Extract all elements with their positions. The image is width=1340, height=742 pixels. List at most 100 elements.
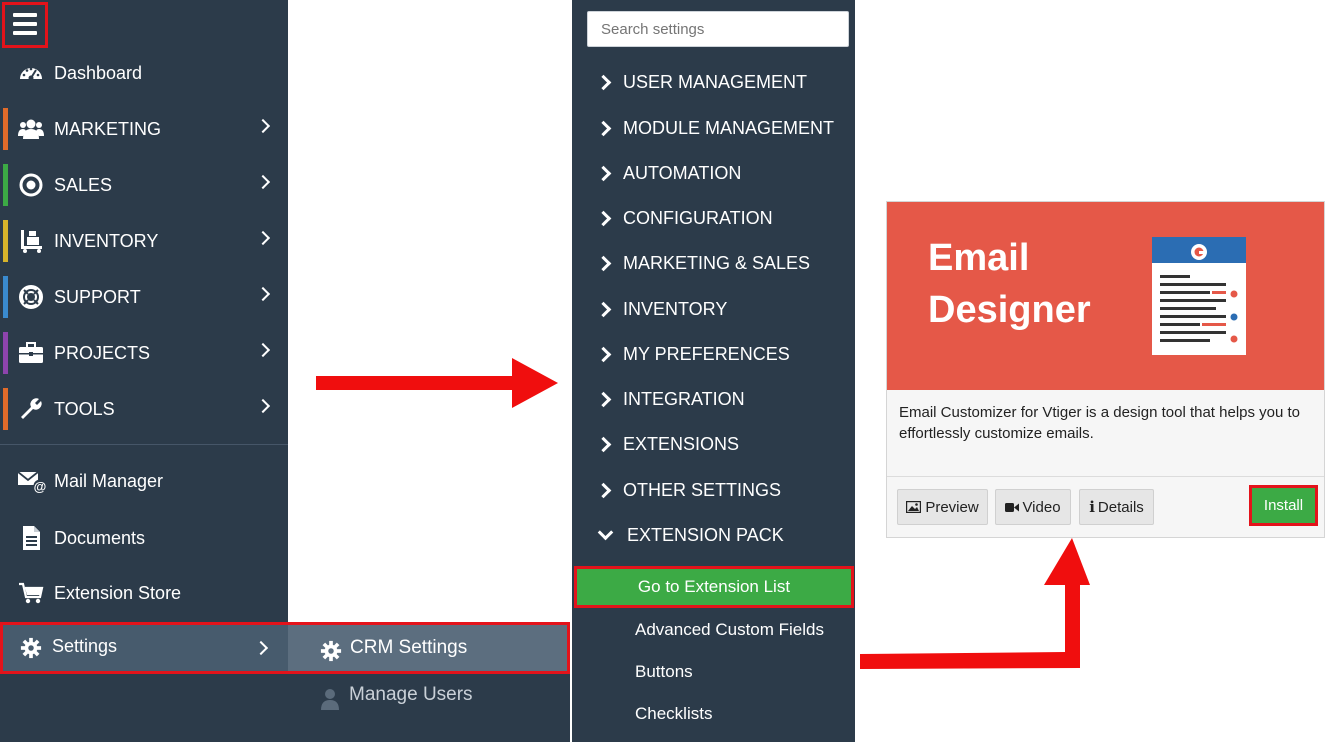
section-label: MODULE MANAGEMENT xyxy=(623,117,835,138)
sidebar-item-label: SALES xyxy=(54,175,113,195)
sidebar-item-extension-store[interactable]: Extension Store xyxy=(0,572,288,614)
document-icon xyxy=(23,526,40,550)
sidebar-item-mail-manager[interactable]: @ Mail Manager xyxy=(0,460,288,502)
svg-text:@: @ xyxy=(34,479,47,494)
settings-highlight-box xyxy=(0,622,570,674)
search-settings-input[interactable] xyxy=(587,11,849,47)
settings-section-extension-pack[interactable]: EXTENSION PACK xyxy=(597,520,784,550)
video-camera-icon xyxy=(1005,502,1020,512)
buttons-link[interactable]: Buttons xyxy=(635,662,693,682)
settings-section-inventory[interactable]: INVENTORY xyxy=(595,294,728,324)
settings-section-marketing-sales[interactable]: MARKETING & SALES xyxy=(595,248,811,278)
chevron-right-icon xyxy=(255,230,271,246)
video-button[interactable]: Video xyxy=(995,489,1071,525)
sidebar-item-label: INVENTORY xyxy=(54,231,159,251)
section-label: USER MANAGEMENT xyxy=(623,71,808,92)
card-divider xyxy=(887,476,1324,477)
video-label: Video xyxy=(1022,498,1061,516)
sidebar-item-sales[interactable]: SALES xyxy=(0,164,288,206)
chevron-right-icon xyxy=(255,286,271,302)
wrench-icon xyxy=(21,398,42,419)
cart-icon xyxy=(19,582,44,604)
go-to-extension-list-link[interactable]: Go to Extension List xyxy=(574,566,854,608)
settings-section-integration[interactable]: INTEGRATION xyxy=(595,384,745,414)
chevron-right-icon xyxy=(255,398,271,414)
manage-users-item[interactable]: Manage Users xyxy=(288,674,570,742)
sidebar-item-label: Documents xyxy=(54,528,146,548)
sidebar-item-projects[interactable]: PROJECTS xyxy=(0,332,288,374)
cart-trolley-icon xyxy=(21,230,42,253)
sidebar-item-marketing[interactable]: MARKETING xyxy=(0,108,288,150)
sidebar-item-label: Extension Store xyxy=(54,583,182,603)
chevron-right-icon xyxy=(255,174,271,190)
lifebuoy-icon xyxy=(19,285,43,309)
chevron-down-icon xyxy=(597,524,614,540)
chevron-right-icon xyxy=(595,255,612,271)
accent-bar xyxy=(3,220,8,262)
chevron-right-icon xyxy=(595,391,612,407)
settings-section-configuration[interactable]: CONFIGURATION xyxy=(595,203,773,233)
sidebar-item-label: Dashboard xyxy=(54,63,143,83)
user-icon xyxy=(321,689,339,710)
settings-section-other-settings[interactable]: OTHER SETTINGS xyxy=(595,475,782,505)
chevron-right-icon xyxy=(595,436,612,452)
chevron-right-icon xyxy=(255,118,271,134)
install-button[interactable]: Install xyxy=(1249,485,1318,526)
users-icon xyxy=(18,119,44,139)
chevron-right-icon xyxy=(595,346,612,362)
section-label: AUTOMATION xyxy=(623,162,742,183)
briefcase-icon xyxy=(19,342,43,363)
details-label: Details xyxy=(1097,498,1144,516)
hamburger-icon xyxy=(13,13,37,17)
image-icon xyxy=(906,501,922,513)
accent-bar xyxy=(3,388,8,430)
settings-section-my-preferences[interactable]: MY PREFERENCES xyxy=(595,339,790,369)
sidebar-item-dashboard[interactable]: Dashboard xyxy=(0,52,288,94)
sidebar-item-inventory[interactable]: INVENTORY xyxy=(0,220,288,262)
settings-section-module-management[interactable]: MODULE MANAGEMENT xyxy=(595,113,835,143)
section-label: OTHER SETTINGS xyxy=(623,479,782,500)
arrow-up-icon xyxy=(860,538,1090,669)
accent-bar xyxy=(3,108,8,150)
section-label: CONFIGURATION xyxy=(623,207,773,228)
details-button[interactable]: i Details xyxy=(1079,489,1154,525)
settings-section-extensions[interactable]: EXTENSIONS xyxy=(595,429,740,459)
sidebar-item-documents[interactable]: Documents xyxy=(0,517,288,559)
preview-button[interactable]: Preview xyxy=(897,489,988,525)
arrow-right-icon xyxy=(316,358,558,408)
manage-users-label: Manage Users xyxy=(349,684,473,705)
info-icon: i xyxy=(1089,498,1095,516)
sidebar-item-label: TOOLS xyxy=(54,399,115,419)
section-label: MY PREFERENCES xyxy=(623,343,790,364)
section-label: INTEGRATION xyxy=(623,388,745,409)
dashboard-icon xyxy=(20,67,42,81)
chevron-right-icon xyxy=(595,301,612,317)
hamburger-menu-button[interactable] xyxy=(2,2,48,48)
section-label: INVENTORY xyxy=(623,298,728,319)
sidebar-item-support[interactable]: SUPPORT xyxy=(0,276,288,318)
sidebar-item-tools[interactable]: TOOLS xyxy=(0,388,288,430)
settings-section-automation[interactable]: AUTOMATION xyxy=(595,158,742,188)
chevron-right-icon xyxy=(595,74,612,90)
sidebar-item-label: MARKETING xyxy=(54,119,162,139)
section-label: EXTENSION PACK xyxy=(627,524,784,545)
mail-at-icon: @ xyxy=(18,471,47,494)
sidebar-item-label: SUPPORT xyxy=(54,287,141,307)
sidebar-divider xyxy=(0,444,288,445)
settings-section-user-management[interactable]: USER MANAGEMENT xyxy=(595,67,808,97)
preview-label: Preview xyxy=(925,498,979,516)
banner-title-line1: Email xyxy=(928,237,1030,279)
checklists-link[interactable]: Checklists xyxy=(635,704,712,724)
chevron-right-icon xyxy=(595,210,612,226)
sidebar-item-label: Mail Manager xyxy=(54,471,164,491)
accent-bar xyxy=(3,164,8,206)
chevron-right-icon xyxy=(595,120,612,136)
banner-title-line2: Designer xyxy=(928,289,1091,331)
chevron-right-icon xyxy=(595,165,612,181)
accent-bar xyxy=(3,332,8,374)
accent-bar xyxy=(3,276,8,318)
sidebar-item-label: PROJECTS xyxy=(54,343,151,363)
advanced-custom-fields-link[interactable]: Advanced Custom Fields xyxy=(635,620,824,640)
section-label: EXTENSIONS xyxy=(623,433,740,454)
section-label: MARKETING & SALES xyxy=(623,252,811,273)
